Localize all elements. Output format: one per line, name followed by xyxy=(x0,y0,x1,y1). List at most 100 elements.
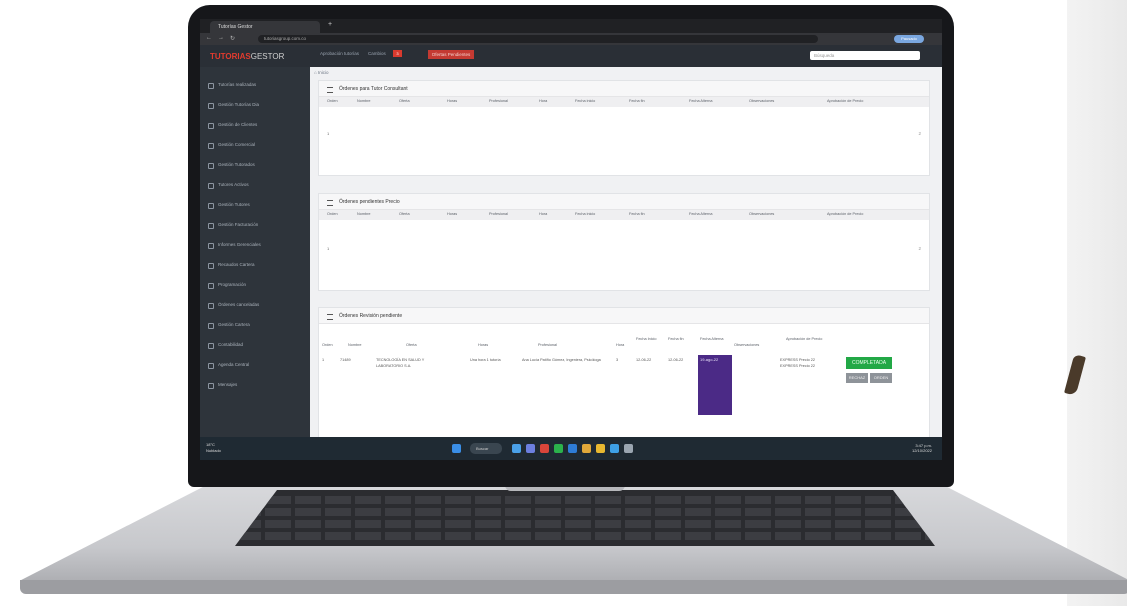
browser-tab[interactable]: Tutorías Gestor xyxy=(210,21,320,33)
menu-icon xyxy=(208,243,214,249)
laptop-front-edge xyxy=(20,580,1127,594)
col-header[interactable]: Profesional xyxy=(489,99,508,103)
xbox-icon[interactable] xyxy=(554,444,563,453)
forward-icon[interactable]: → xyxy=(218,35,224,41)
cell-fecha-inicio: 12-06-22 xyxy=(636,358,652,362)
plant-leaf xyxy=(1064,354,1086,396)
col-header[interactable]: Horas xyxy=(478,343,488,347)
sidebar-item[interactable]: Órdenes canceladas xyxy=(200,295,310,315)
table-header: Orden Nombre Oferta Horas Profesional Ho… xyxy=(319,97,929,107)
col-header[interactable]: Profesional xyxy=(489,212,508,216)
col-header[interactable]: Aprobación de Precio xyxy=(786,337,822,341)
chrome-icon[interactable] xyxy=(596,444,605,453)
sidebar-item[interactable]: Gestión Tutores xyxy=(200,195,310,215)
col-header[interactable]: Orden xyxy=(327,212,338,216)
row-meta: 2 xyxy=(918,131,921,136)
menu-changes[interactable]: Cambios xyxy=(368,51,386,56)
highlight-date[interactable]: 19-ago-22 xyxy=(698,355,732,415)
col-header[interactable]: Oferta xyxy=(399,212,410,216)
profile-button[interactable]: Pausado xyxy=(894,35,924,43)
col-header[interactable]: Profesional xyxy=(538,343,557,347)
menu-approvals[interactable]: Aprobación tutorías xyxy=(320,51,359,56)
reload-icon[interactable]: ↻ xyxy=(230,35,235,42)
sidebar-item[interactable]: Recaudos Cartera xyxy=(200,255,310,275)
sidebar-item[interactable]: Programación xyxy=(200,275,310,295)
key-row xyxy=(235,532,935,540)
col-header[interactable]: Fecha inicio xyxy=(575,99,595,103)
col-header[interactable]: Fecha Alterna xyxy=(700,337,723,341)
sidebar-item[interactable]: Gestión de Clientes xyxy=(200,115,310,135)
reject-button[interactable]: RECHAZ xyxy=(846,373,868,383)
breadcrumb[interactable]: ⌂ Inicio xyxy=(314,70,328,75)
sidebar-item[interactable]: Agenda Central xyxy=(200,355,310,375)
url-field[interactable]: tutoriasgroup.com.co xyxy=(258,35,818,43)
sidebar-item[interactable]: Contabilidad xyxy=(200,335,310,355)
file-explorer-icon[interactable] xyxy=(512,444,521,453)
menu-icon xyxy=(208,103,214,109)
app-logo[interactable]: TUTORIASGESTOR xyxy=(210,52,284,61)
taskbar-search[interactable]: Buscar xyxy=(470,443,502,454)
col-header[interactable]: Observaciones xyxy=(749,99,774,103)
col-header[interactable]: Horas xyxy=(447,212,457,216)
start-icon[interactable] xyxy=(452,444,461,453)
sidebar-item[interactable]: Gestión Facturación xyxy=(200,215,310,235)
office-icon[interactable] xyxy=(540,444,549,453)
col-header[interactable]: Fecha fin xyxy=(629,212,645,216)
col-header[interactable]: Hora xyxy=(539,99,547,103)
sidebar: Tutorías realizadas Gestión Tutorías Dia… xyxy=(200,67,310,437)
sidebar-item[interactable]: Mensajes xyxy=(200,375,310,395)
key-row xyxy=(235,496,935,504)
app-icon[interactable] xyxy=(624,444,633,453)
sidebar-item[interactable]: Informes Gerenciales xyxy=(200,235,310,255)
col-header[interactable]: Aprobación de Precio xyxy=(827,212,863,216)
col-header[interactable]: Fecha fin xyxy=(668,337,684,341)
col-header[interactable]: Orden xyxy=(322,343,333,347)
col-header[interactable]: Oferta xyxy=(399,99,410,103)
col-header[interactable]: Horas xyxy=(447,99,457,103)
col-header[interactable]: Fecha fin xyxy=(629,99,645,103)
col-header[interactable]: Fecha Alterna xyxy=(689,212,712,216)
col-header[interactable]: Fecha inicio xyxy=(575,212,595,216)
col-header[interactable]: Nombre xyxy=(357,99,371,103)
pending-offers-button[interactable]: Ofertas Pendientes xyxy=(428,50,474,59)
menu-icon xyxy=(208,83,214,89)
col-header[interactable]: Observaciones xyxy=(734,343,759,347)
sidebar-item[interactable]: Tutores Activos xyxy=(200,175,310,195)
completed-button[interactable]: COMPLETADA xyxy=(846,357,892,369)
col-header[interactable]: Oferta xyxy=(406,343,417,347)
menu-icon xyxy=(208,203,214,209)
store-icon[interactable] xyxy=(610,444,619,453)
new-tab-icon[interactable]: + xyxy=(328,21,332,28)
teams-icon[interactable] xyxy=(526,444,535,453)
search-input[interactable]: Búsqueda xyxy=(810,51,920,60)
col-header[interactable]: Nombre xyxy=(357,212,371,216)
menu-icon xyxy=(208,143,214,149)
col-header[interactable]: Observaciones xyxy=(749,212,774,216)
panel-tutor-orders: Órdenes para Tutor Consultant Orden Nomb… xyxy=(318,80,930,176)
sidebar-item[interactable]: Gestión Cartera xyxy=(200,315,310,335)
col-header[interactable]: Hora xyxy=(616,343,624,347)
panel-pending-review: Órdenes Revisión pendiente xyxy=(318,307,930,437)
sidebar-item[interactable]: Gestión Comercial xyxy=(200,135,310,155)
panel-title: Órdenes pendientes Precio xyxy=(319,194,929,210)
col-header[interactable]: Nombre xyxy=(348,343,362,347)
back-icon[interactable]: ← xyxy=(206,35,212,41)
sidebar-item[interactable]: Tutorías realizadas xyxy=(200,75,310,95)
photos-icon[interactable] xyxy=(582,444,591,453)
col-header[interactable]: Orden xyxy=(327,99,338,103)
col-header[interactable]: Aprobación de Precio xyxy=(827,99,863,103)
menu-icon xyxy=(208,383,214,389)
order-button[interactable]: ORDEN xyxy=(870,373,892,383)
edge-icon[interactable] xyxy=(568,444,577,453)
col-header[interactable]: Fecha Alterna xyxy=(689,99,712,103)
sidebar-item[interactable]: Gestión Tutorados xyxy=(200,155,310,175)
sidebar-item[interactable]: Gestión Tutorías Dia xyxy=(200,95,310,115)
weather-widget[interactable]: 18°C Nublado xyxy=(206,442,221,454)
notification-badge[interactable]: 3 xyxy=(393,50,402,57)
row-meta: 2 xyxy=(918,246,921,251)
col-header[interactable]: Fecha Inicio xyxy=(636,337,656,341)
clock[interactable]: 3:47 p.m. 12/10/2022 xyxy=(912,443,932,453)
col-header[interactable]: Hora xyxy=(539,212,547,216)
menu-icon xyxy=(208,263,214,269)
list-icon xyxy=(327,314,333,320)
